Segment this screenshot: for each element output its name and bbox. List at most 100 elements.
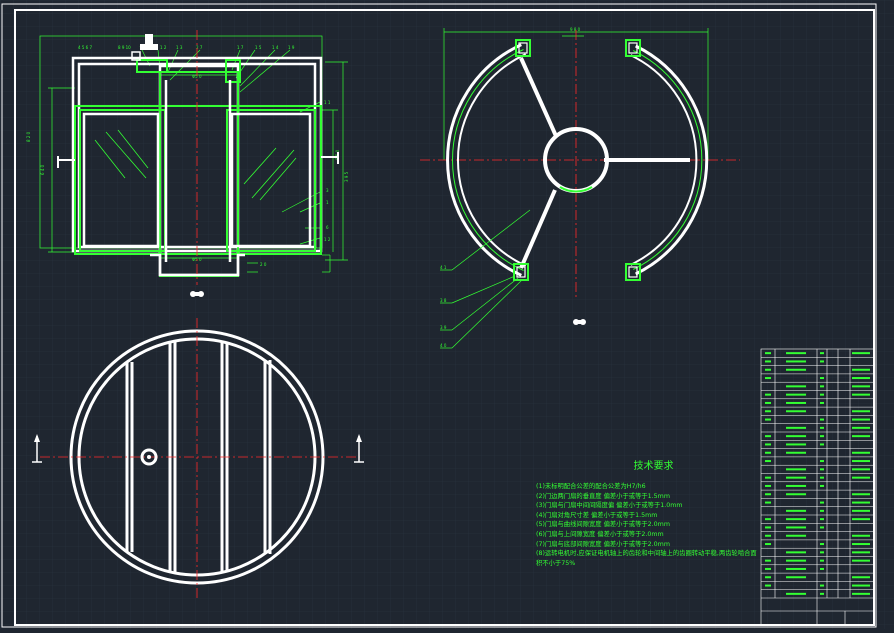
requirement-item: (4)门扇对角尺寸差 偏差小于或等于1.5mm bbox=[536, 511, 658, 519]
svg-text:6 4 0: 6 4 0 bbox=[40, 164, 45, 175]
table-cell-entry bbox=[852, 534, 870, 537]
table-cell-entry bbox=[820, 476, 824, 479]
table-cell-entry bbox=[765, 451, 771, 454]
svg-text:4 5 6 7: 4 5 6 7 bbox=[78, 45, 92, 50]
svg-text:1 9: 1 9 bbox=[288, 45, 295, 50]
table-cell-entry bbox=[786, 559, 806, 562]
table-cell-entry bbox=[852, 377, 870, 380]
table-cell-entry bbox=[786, 509, 806, 512]
table-cell-entry bbox=[786, 534, 806, 537]
table-cell-entry bbox=[765, 584, 771, 587]
table-cell-entry bbox=[820, 551, 824, 554]
table-cell-entry bbox=[765, 410, 771, 413]
svg-text:3 9: 3 9 bbox=[440, 325, 447, 330]
cad-drawing-sheet: 4 5 6 7 8 9 10 1 2 1 3 2 7 1 7 1 5 1 4 1… bbox=[0, 0, 894, 629]
requirement-item: (1)未标明配合公差的配合公差为H7/h6 bbox=[536, 483, 646, 490]
table-cell-entry bbox=[786, 592, 806, 595]
table-cell-entry bbox=[765, 435, 771, 438]
table-cell-entry bbox=[765, 526, 771, 529]
table-cell-entry bbox=[786, 401, 806, 404]
technical-requirements-title: 技术要求 bbox=[633, 461, 674, 472]
table-cell-entry bbox=[852, 352, 870, 355]
table-cell-entry bbox=[852, 385, 870, 388]
table-cell-entry bbox=[765, 377, 771, 380]
svg-text:8 9 10: 8 9 10 bbox=[118, 45, 131, 50]
table-cell-entry bbox=[820, 460, 824, 463]
table-cell-entry bbox=[820, 360, 824, 363]
table-cell-entry bbox=[786, 493, 806, 496]
table-cell-entry bbox=[786, 451, 806, 454]
svg-text:1 3: 1 3 bbox=[176, 45, 183, 50]
table-cell-entry bbox=[786, 393, 806, 396]
table-cell-entry bbox=[765, 476, 771, 479]
table-cell-entry bbox=[852, 509, 870, 512]
table-cell-entry bbox=[765, 360, 771, 363]
requirement-item: (2)门边两门扇的垂直度 偏差小于或等于1.5mm bbox=[536, 492, 670, 500]
svg-text:8 2 0: 8 2 0 bbox=[26, 131, 31, 142]
technical-requirements: 技术要求 (1)未标明配合公差的配合公差为H7/h6 (2)门边两门扇的垂直度 … bbox=[536, 460, 761, 568]
table-cell-entry bbox=[852, 576, 870, 579]
table-cell-entry bbox=[786, 518, 806, 521]
table-cell-entry bbox=[786, 468, 806, 471]
table-cell-entry bbox=[852, 476, 870, 479]
table-cell-entry bbox=[852, 426, 870, 429]
svg-text:1 7: 1 7 bbox=[237, 45, 244, 50]
svg-text:3 9 5: 3 9 5 bbox=[344, 171, 349, 182]
svg-text:2 0: 2 0 bbox=[260, 262, 267, 267]
table-cell-entry bbox=[852, 592, 870, 595]
table-cell-entry bbox=[786, 567, 806, 570]
table-cell-entry bbox=[820, 526, 824, 529]
table-cell-entry bbox=[820, 518, 824, 521]
table-cell-entry bbox=[852, 559, 870, 562]
requirement-item: (5)门扇与曲线间隙宽度 偏差小于或等于2.0mm bbox=[536, 521, 670, 529]
table-cell-entry bbox=[786, 410, 806, 413]
table-cell-entry bbox=[820, 352, 824, 355]
table-cell-entry bbox=[786, 443, 806, 446]
table-cell-entry bbox=[820, 592, 824, 595]
table-cell-entry bbox=[786, 368, 806, 371]
table-cell-entry bbox=[820, 385, 824, 388]
table-cell-entry bbox=[820, 567, 824, 570]
table-cell-entry bbox=[852, 393, 870, 396]
table-cell-entry bbox=[820, 509, 824, 512]
requirement-item: (8)运转电机时,应保证电机轴上的齿轮和中间轴上的齿圈转动平稳,两齿轮啮合面积不… bbox=[536, 550, 757, 567]
table-cell-entry bbox=[765, 460, 771, 463]
svg-text:1 2: 1 2 bbox=[160, 45, 167, 50]
requirement-item: (3)门扇与门扇中间间隔度偏 偏差小于或等于1.0mm bbox=[536, 502, 683, 510]
table-cell-entry bbox=[852, 518, 870, 521]
table-cell-entry bbox=[852, 418, 870, 421]
table-cell-entry bbox=[820, 484, 824, 487]
svg-text:4 0: 4 0 bbox=[440, 343, 447, 348]
table-cell-entry bbox=[786, 551, 806, 554]
table-cell-entry bbox=[820, 559, 824, 562]
table-cell-entry bbox=[765, 368, 771, 371]
table-cell-entry bbox=[765, 443, 771, 446]
table-cell-entry bbox=[765, 501, 771, 504]
table-cell-entry bbox=[765, 534, 771, 537]
table-cell-entry bbox=[765, 352, 771, 355]
table-cell-entry bbox=[786, 484, 806, 487]
table-cell-entry bbox=[852, 410, 870, 413]
table-cell-entry bbox=[852, 584, 870, 587]
svg-text:1 1: 1 1 bbox=[324, 100, 331, 105]
table-cell-entry bbox=[786, 360, 806, 363]
table-cell-entry bbox=[765, 418, 771, 421]
requirement-item: (7)门扇与底部间隙宽度 偏差小于或等于2.0mm bbox=[536, 540, 670, 548]
table-cell-entry bbox=[820, 401, 824, 404]
table-cell-entry bbox=[820, 443, 824, 446]
table-cell-entry bbox=[820, 468, 824, 471]
table-cell-entry bbox=[765, 576, 771, 579]
table-cell-entry bbox=[765, 484, 771, 487]
table-cell-entry bbox=[852, 451, 870, 454]
table-cell-entry bbox=[820, 418, 824, 421]
table-cell-entry bbox=[786, 526, 806, 529]
svg-text:1 5: 1 5 bbox=[255, 45, 262, 50]
table-cell-entry bbox=[786, 435, 806, 438]
table-cell-entry bbox=[852, 468, 870, 471]
table-cell-entry bbox=[786, 426, 806, 429]
table-cell-entry bbox=[765, 401, 771, 404]
svg-text:9 8 0: 9 8 0 bbox=[570, 27, 581, 32]
table-cell-entry bbox=[786, 476, 806, 479]
table-cell-entry bbox=[852, 493, 870, 496]
table-cell-entry bbox=[852, 368, 870, 371]
